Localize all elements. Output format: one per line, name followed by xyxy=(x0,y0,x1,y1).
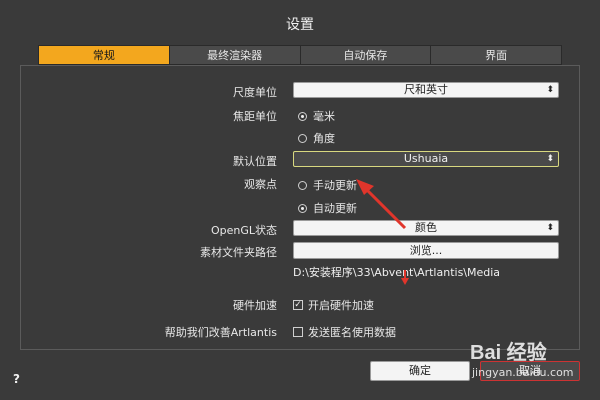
annotation-arrow-line xyxy=(364,187,407,230)
help-icon[interactable]: ? xyxy=(13,372,20,386)
ok-button[interactable]: 确定 xyxy=(370,361,470,381)
watermark-brand: Bai 经验 xyxy=(470,342,547,364)
annotation-arrow-head-2 xyxy=(401,278,409,285)
watermark-url: jingyan.baidu.com xyxy=(472,366,574,379)
baidu-watermark: Bai 经验 jingyan.baidu.com xyxy=(462,330,597,400)
